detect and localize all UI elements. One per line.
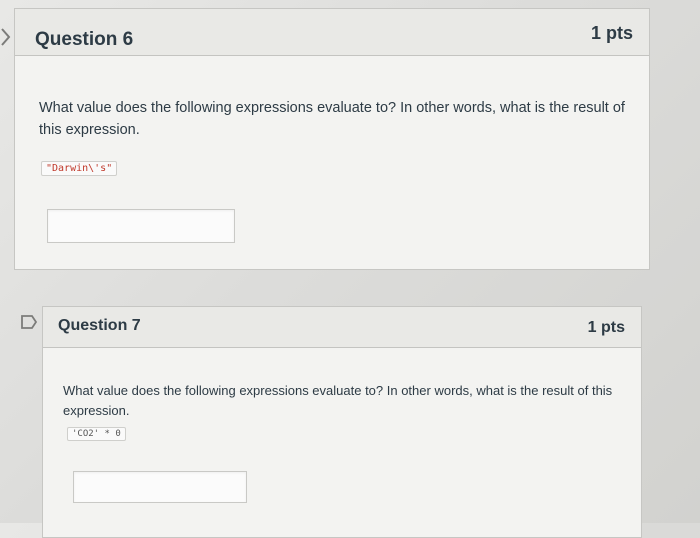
question-6-answer-input[interactable] [47, 209, 235, 243]
chevron-right-icon[interactable] [0, 26, 12, 48]
question-7-prompt: What value does the following expression… [63, 383, 613, 419]
question-7-points: 1 pts [587, 319, 625, 336]
question-6-card: Question 6 1 pts What value does the fol… [14, 8, 650, 270]
question-7-header: Question 7 1 pts [43, 307, 641, 348]
question-6-prompt: What value does the following expression… [39, 100, 625, 139]
bookmark-flag-icon[interactable] [20, 314, 38, 330]
question-6-expression: "Darwin\'s" [41, 161, 118, 176]
question-6-header: Question 6 1 pts [15, 9, 649, 56]
question-6-title: Question 6 [35, 29, 134, 50]
question-7-title: Question 7 [58, 317, 141, 334]
question-7-card: Question 7 1 pts What value does the fol… [42, 306, 642, 538]
question-7-answer-input[interactable] [73, 471, 247, 503]
question-6-points: 1 pts [590, 23, 633, 43]
question-7-expression: 'CO2' * 0 [67, 427, 126, 441]
